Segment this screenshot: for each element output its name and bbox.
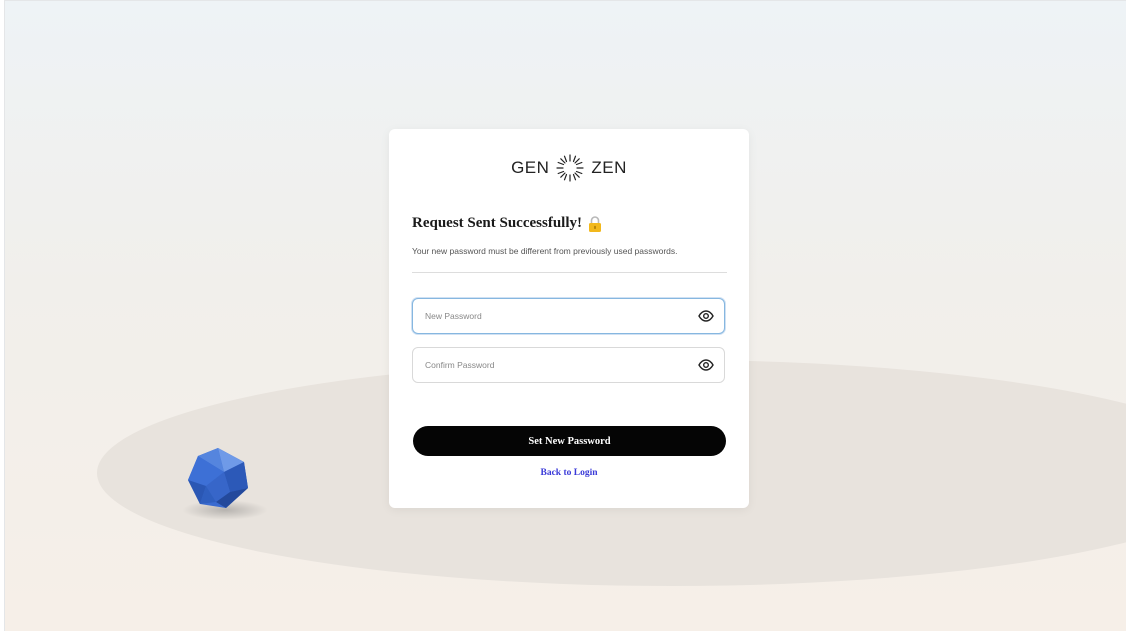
- reset-password-card: GEN ZEN Request Sent Successfully! Your …: [389, 129, 749, 508]
- back-to-login-link[interactable]: Back to Login: [389, 468, 749, 478]
- set-new-password-button[interactable]: Set New Password: [413, 426, 726, 456]
- confirm-password-field[interactable]: [412, 347, 725, 383]
- confirm-password-input[interactable]: [425, 360, 698, 370]
- window-top-border: [0, 0, 1126, 1]
- brand-right-word: ZEN: [591, 158, 627, 177]
- starburst-logo-icon: [556, 154, 585, 182]
- divider: [412, 272, 727, 273]
- eye-icon[interactable]: [698, 357, 714, 373]
- instruction-text: Your new password must be different from…: [412, 246, 678, 256]
- new-password-field[interactable]: [412, 298, 725, 334]
- icosahedron-gem-icon: [188, 448, 248, 508]
- new-password-input[interactable]: [425, 311, 698, 321]
- window-left-border: [0, 0, 5, 631]
- lock-icon: [589, 215, 602, 232]
- page-heading: Request Sent Successfully!: [412, 215, 602, 232]
- brand-left-word: GEN: [511, 158, 550, 177]
- eye-icon[interactable]: [698, 308, 714, 324]
- heading-text: Request Sent Successfully!: [412, 215, 583, 231]
- reset-password-page: GEN ZEN Request Sent Successfully! Your …: [0, 0, 1126, 631]
- brand-logo: GEN ZEN: [389, 153, 749, 183]
